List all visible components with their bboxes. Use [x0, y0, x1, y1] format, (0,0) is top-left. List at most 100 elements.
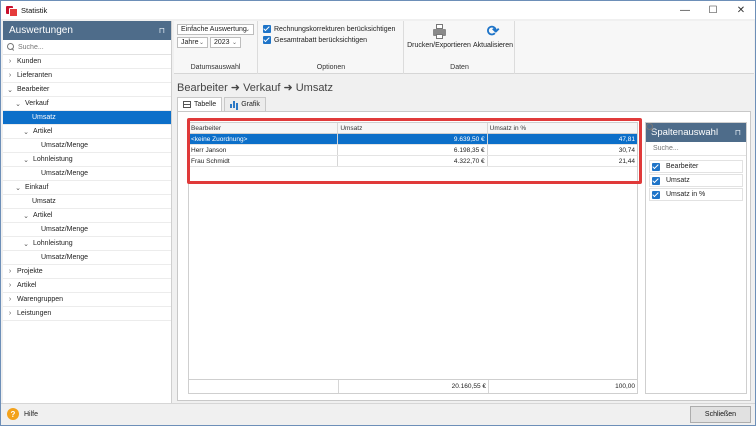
sidebar-header: Auswertungen ⊓ [3, 21, 171, 40]
tree-item[interactable]: › Lieferanten [3, 69, 171, 83]
option-gesamtrabatt[interactable]: Gesamtrabatt berücksichtigen [263, 36, 367, 44]
checkbox-checked-icon[interactable] [263, 36, 271, 44]
close-window-button[interactable]: ✕ [727, 1, 755, 19]
tree-item[interactable]: Umsatz/Menge [3, 251, 171, 265]
title-bar: Statistik — ☐ ✕ [1, 1, 755, 19]
refresh-button[interactable]: ⟳ Aktualisieren [471, 24, 515, 49]
checkbox-checked-icon[interactable] [263, 25, 271, 33]
chevron-down-icon[interactable]: ⌄ [6, 86, 14, 94]
column-option-umsatz[interactable]: Umsatz [649, 174, 743, 187]
tree-item-label: Einkauf [25, 184, 49, 191]
chevron-down-icon[interactable]: ⌄ [14, 100, 22, 108]
chevron-right-icon[interactable]: › [6, 72, 14, 79]
statistik-window: Statistik — ☐ ✕ Auswertungen ⊓ ›Kunden›L… [0, 0, 756, 426]
group-label-datumsauswahl: Datumsauswahl [190, 64, 241, 71]
chevron-right-icon[interactable]: › [6, 58, 14, 65]
tree-item[interactable]: ⌄ Verkauf [3, 97, 171, 111]
view-tabs: Tabelle Grafik [177, 97, 268, 111]
tree-item[interactable]: ⌄ Lohnleistung [3, 153, 171, 167]
close-button[interactable]: Schließen [690, 406, 751, 423]
table-row[interactable]: Frau Schmidt 4.322,70 € 21,44 [189, 156, 637, 167]
mode-combo[interactable]: Einfache Auswertung ⌄ [177, 24, 254, 35]
column-header-umsatz[interactable]: Umsatz [338, 123, 488, 133]
period-combo[interactable]: Jahre ⌄ [177, 37, 208, 48]
column-option-bearbeiter[interactable]: Bearbeiter [649, 160, 743, 173]
ribbon-group-datumsauswahl: Einfache Auswertung ⌄ Jahre ⌄ 2023 ⌄ Dat… [174, 21, 258, 74]
tab-tabelle[interactable]: Tabelle [177, 97, 223, 111]
tree-item[interactable]: ⌄ Artikel [3, 209, 171, 223]
data-grid: Bearbeiter Umsatz Umsatz in % <keine Zuo… [188, 122, 638, 394]
column-chooser-panel: Spaltenauswahl ⊓ Bearbeiter Umsatz [645, 122, 747, 394]
option-rechnungskorrekturen[interactable]: Rechnungskorrekturen berücksichtigen [263, 25, 395, 33]
chevron-right-icon[interactable]: › [6, 296, 14, 303]
tree-item-label: Lohnleistung [33, 240, 73, 247]
column-search-input[interactable] [653, 145, 733, 152]
tab-grafik-label: Grafik [241, 101, 260, 108]
help-link[interactable]: ? Hilfe [7, 408, 38, 420]
ribbon-group-daten: Drucken/Exportieren ⟳ Aktualisieren Date… [405, 21, 515, 74]
chevron-right-icon[interactable]: › [6, 282, 14, 289]
group-label-daten: Daten [450, 64, 469, 71]
refresh-label: Aktualisieren [472, 42, 514, 49]
minimize-button[interactable]: — [671, 1, 699, 19]
sidebar-search-input[interactable] [18, 43, 158, 51]
column-header-umsatz-prozent[interactable]: Umsatz in % [488, 123, 637, 133]
tree-item[interactable]: › Kunden [3, 55, 171, 69]
chevron-right-icon[interactable]: › [6, 268, 14, 275]
tree-item[interactable]: Umsatz [3, 195, 171, 209]
tree-item[interactable]: › Leistungen [3, 307, 171, 321]
tree-item-label: Artikel [33, 212, 53, 219]
cell-bearbeiter: <keine Zuordnung> [189, 134, 339, 144]
chevron-down-icon[interactable]: ⌄ [22, 128, 30, 136]
checkbox-checked-icon[interactable] [652, 176, 660, 185]
cell-bearbeiter: Frau Schmidt [189, 156, 339, 166]
tree-item[interactable]: › Warengruppen [3, 293, 171, 307]
table-row[interactable]: Herr Janson 6.198,35 € 30,74 [189, 145, 637, 156]
chevron-down-icon[interactable]: ⌄ [14, 184, 22, 192]
tree-item[interactable]: ⌄ Lohnleistung [3, 237, 171, 251]
year-combo[interactable]: 2023 ⌄ [210, 37, 241, 48]
chevron-down-icon: ⌄ [198, 40, 204, 46]
summary-umsatz-prozent: 100,00 [615, 383, 635, 390]
column-option-umsatz-prozent[interactable]: Umsatz in % [649, 188, 743, 201]
sidebar-title: Auswertungen [9, 25, 73, 36]
pin-icon[interactable]: ⊓ [735, 128, 741, 137]
pin-icon[interactable]: ⊓ [159, 26, 165, 35]
tree-item[interactable]: Umsatz [3, 111, 171, 125]
app-logo-icon [6, 5, 18, 17]
chevron-down-icon: ⌄ [231, 40, 237, 46]
tree-item-label: Umsatz/Menge [41, 226, 89, 233]
tree-item[interactable]: ⌄ Artikel [3, 125, 171, 139]
tree-item-label: Lieferanten [17, 72, 53, 79]
tree-item-label: Umsatz [32, 198, 56, 205]
table-icon [183, 101, 191, 108]
tree-item[interactable]: Umsatz/Menge [3, 223, 171, 237]
window-title: Statistik [21, 5, 48, 15]
checkbox-checked-icon[interactable] [652, 190, 660, 199]
table-row[interactable]: <keine Zuordnung> 9.639,50 € 47,81 [189, 134, 637, 145]
tree-item[interactable]: Umsatz/Menge [3, 139, 171, 153]
column-header-bearbeiter[interactable]: Bearbeiter [189, 123, 339, 133]
maximize-button[interactable]: ☐ [699, 1, 727, 19]
tree-item[interactable]: ⌄ Bearbeiter [3, 83, 171, 97]
chevron-down-icon[interactable]: ⌄ [22, 156, 30, 164]
chevron-right-icon[interactable]: › [6, 310, 14, 317]
tree-item[interactable]: Umsatz/Menge [3, 167, 171, 181]
ribbon: Einfache Auswertung ⌄ Jahre ⌄ 2023 ⌄ Dat… [174, 21, 754, 74]
checkbox-checked-icon[interactable] [652, 162, 660, 171]
sidebar-search [3, 40, 171, 55]
tree-item-label: Projekte [17, 268, 43, 275]
option-gesamtrabatt-label: Gesamtrabatt berücksichtigen [274, 36, 367, 44]
tree-item[interactable]: › Projekte [3, 265, 171, 279]
tree-item[interactable]: ⌄ Einkauf [3, 181, 171, 195]
mode-combo-value: Einfache Auswertung [181, 26, 247, 33]
breadcrumb: Bearbeiter ➜ Verkauf ➜ Umsatz [177, 82, 333, 94]
chevron-down-icon[interactable]: ⌄ [22, 240, 30, 248]
option-rechnungskorrekturen-label: Rechnungskorrekturen berücksichtigen [274, 25, 396, 33]
print-export-button[interactable]: Drucken/Exportieren [407, 24, 471, 49]
chevron-down-icon[interactable]: ⌄ [22, 212, 30, 220]
cell-umsatz-prozent: 21,44 [618, 157, 635, 165]
tab-panel: Bearbeiter Umsatz Umsatz in % <keine Zuo… [177, 111, 751, 401]
tab-grafik[interactable]: Grafik [224, 97, 266, 111]
tree-item[interactable]: › Artikel [3, 279, 171, 293]
